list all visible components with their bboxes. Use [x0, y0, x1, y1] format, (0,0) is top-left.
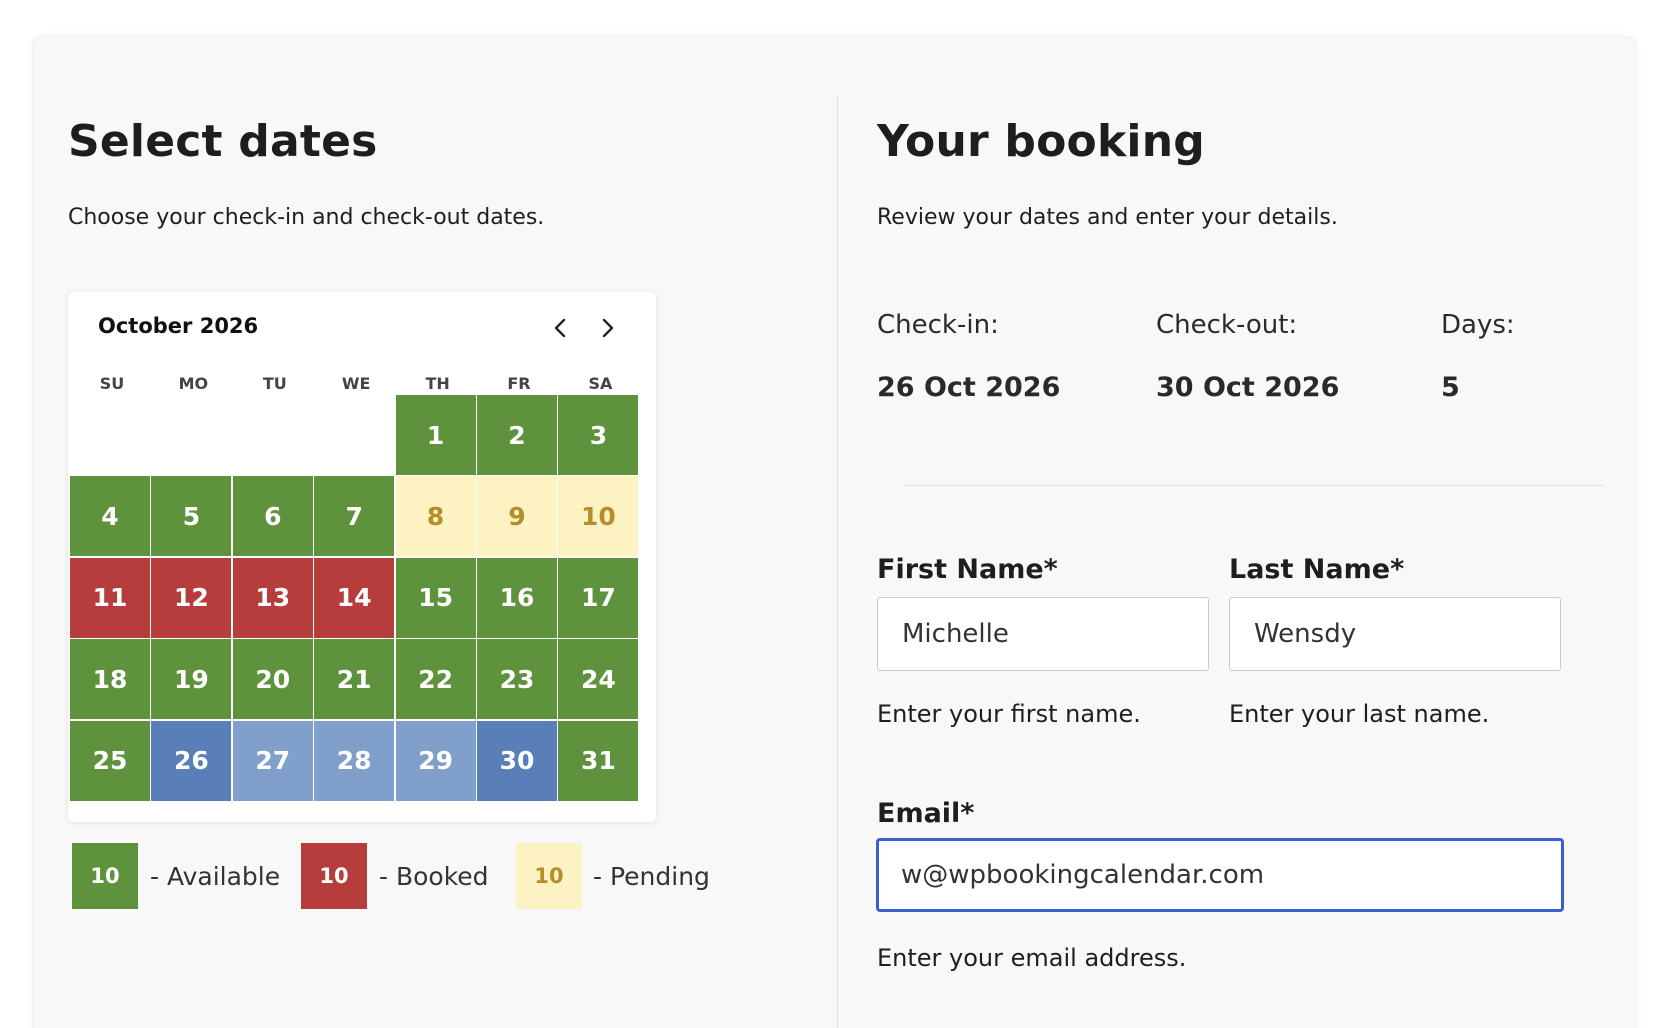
calendar-day-15[interactable]: 15: [395, 557, 476, 638]
calendar-day-29[interactable]: 29: [395, 720, 476, 801]
calendar-day-12: 12: [151, 557, 232, 638]
calendar-day-18[interactable]: 18: [70, 639, 150, 720]
calendar-day-21[interactable]: 21: [314, 639, 395, 720]
first-name-label: First Name*: [877, 554, 1058, 585]
last-name-help: Enter your last name.: [1229, 700, 1490, 728]
calendar-day-1[interactable]: 1: [395, 395, 476, 475]
calendar-day-30[interactable]: 30: [477, 720, 557, 801]
weekday-label: SU: [99, 374, 125, 393]
legend-swatch-booked: 10: [301, 843, 367, 909]
calendar-day-10[interactable]: 10: [558, 476, 639, 557]
weekday-label: TU: [262, 374, 287, 393]
weekday-label: SA: [588, 374, 613, 393]
chevron-left-icon: [554, 318, 566, 338]
calendar-day-16[interactable]: 16: [477, 557, 557, 638]
calendar-day-31[interactable]: 31: [558, 720, 639, 801]
days-label: Days:: [1441, 310, 1515, 340]
select-dates-heading: Select dates: [68, 116, 378, 167]
next-month-button[interactable]: [594, 312, 622, 344]
first-name-help: Enter your first name.: [877, 700, 1141, 728]
calendar-day-6[interactable]: 6: [232, 476, 313, 557]
checkin-value: 26 Oct 2026: [877, 372, 1061, 403]
last-name-input[interactable]: [1229, 597, 1561, 671]
section-divider: [904, 485, 1604, 486]
calendar-day-25[interactable]: 25: [70, 720, 150, 801]
checkout-label: Check-out:: [1156, 310, 1298, 340]
calendar-day-8[interactable]: 8: [395, 476, 476, 557]
calendar-day-11: 11: [70, 557, 150, 638]
first-name-input[interactable]: [877, 597, 1209, 671]
weekday-label: MO: [178, 374, 209, 393]
calendar-day-14: 14: [314, 557, 395, 638]
checkout-value: 30 Oct 2026: [1156, 372, 1340, 403]
days-value: 5: [1441, 372, 1460, 403]
select-dates-subtitle: Choose your check-in and check-out dates…: [68, 205, 545, 230]
column-divider: [837, 96, 838, 1028]
calendar-day-5[interactable]: 5: [151, 476, 232, 557]
email-input[interactable]: [876, 838, 1564, 912]
calendar-day-19[interactable]: 19: [151, 639, 232, 720]
calendar-day-3[interactable]: 3: [558, 395, 639, 475]
checkin-label: Check-in:: [877, 310, 999, 340]
weekday-label: FR: [507, 374, 531, 393]
your-booking-subtitle: Review your dates and enter your details…: [877, 205, 1338, 230]
calendar-day-27[interactable]: 27: [232, 720, 313, 801]
calendar: October 2026 SU MO TU WE TH FR SA 1 2 3 4 5 6 7 8 9 10 1…: [68, 292, 656, 822]
calendar-day-20[interactable]: 20: [232, 639, 313, 720]
calendar-month-label: October 2026: [98, 314, 259, 338]
weekday-label: WE: [341, 374, 371, 393]
calendar-day-23[interactable]: 23: [477, 639, 557, 720]
weekday-label: TH: [425, 374, 450, 393]
chevron-right-icon: [602, 318, 614, 338]
calendar-day-17[interactable]: 17: [558, 557, 639, 638]
email-help: Enter your email address.: [877, 944, 1187, 972]
calendar-day-26[interactable]: 26: [151, 720, 232, 801]
calendar-day-13: 13: [232, 557, 313, 638]
calendar-day-7[interactable]: 7: [314, 476, 395, 557]
calendar-day-22[interactable]: 22: [395, 639, 476, 720]
legend-swatch-available: 10: [72, 843, 138, 909]
legend-label-pending: - Pending: [593, 862, 710, 891]
calendar-day-9[interactable]: 9: [477, 476, 557, 557]
calendar-day-4[interactable]: 4: [70, 476, 150, 557]
your-booking-heading: Your booking: [877, 116, 1205, 167]
legend-label-booked: - Booked: [379, 862, 489, 891]
calendar-day-2[interactable]: 2: [477, 395, 557, 475]
legend-label-available: - Available: [150, 862, 281, 891]
prev-month-button[interactable]: [546, 312, 574, 344]
legend-swatch-pending: 10: [516, 843, 582, 909]
last-name-label: Last Name*: [1229, 554, 1405, 585]
calendar-day-24[interactable]: 24: [558, 639, 639, 720]
email-label: Email*: [877, 798, 975, 829]
calendar-day-28[interactable]: 28: [314, 720, 395, 801]
